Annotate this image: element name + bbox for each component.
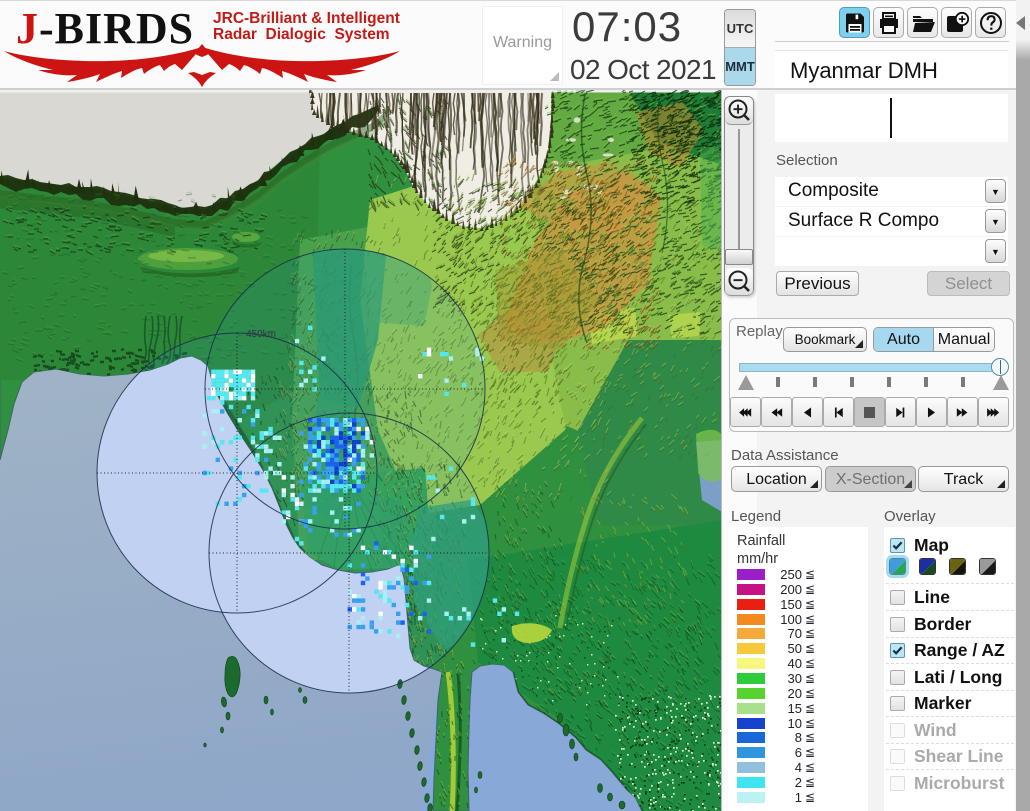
svg-text:450km: 450km [246,329,276,340]
